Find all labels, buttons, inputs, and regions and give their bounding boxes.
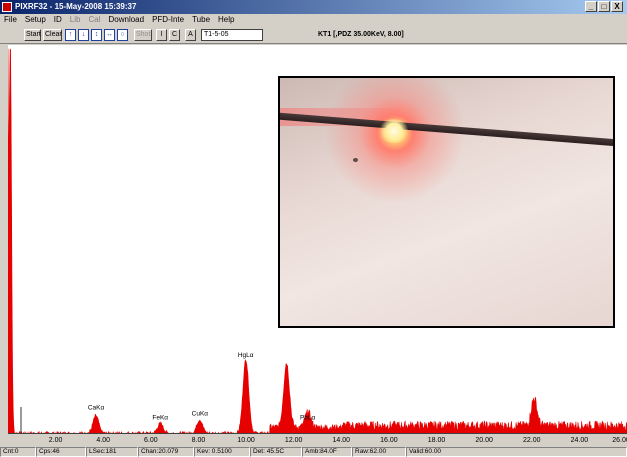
minimize-button[interactable]: _ — [585, 1, 597, 12]
x-tick-label: 14.00 — [332, 437, 351, 444]
sample-id-input[interactable]: T1-5-05 — [201, 29, 263, 41]
x-tick-label: 12.00 — [284, 437, 303, 444]
sample-camera-image — [278, 76, 615, 328]
status-channel: Chan:20.079 — [138, 447, 194, 457]
menu-tube[interactable]: Tube — [192, 14, 210, 26]
status-bar: Cnt:0 Cps:46 LSec:181 Chan:20.079 Kev: 0… — [0, 447, 627, 457]
status-cps: Cps:46 — [36, 447, 86, 457]
status-raw: Raw:62.00 — [352, 447, 406, 457]
mode-vertical-button[interactable]: ↕ — [91, 29, 102, 41]
menu-download[interactable]: Download — [109, 14, 145, 26]
x-tick-label: 20.00 — [475, 437, 493, 444]
window-title: PIXRF32 - 15-May-2008 15:39:37 — [15, 2, 137, 11]
menu-id[interactable]: ID — [54, 14, 62, 26]
menu-cal[interactable]: Cal — [88, 14, 100, 26]
x-tick-label: 16.00 — [380, 437, 398, 444]
status-kev: Kev: 0.5100 — [194, 447, 250, 457]
x-tick-label: 10.00 — [237, 437, 255, 444]
x-tick-label: 6.00 — [144, 437, 158, 444]
marker-c-button[interactable]: C — [169, 29, 180, 41]
menu-help[interactable]: Help — [218, 14, 234, 26]
title-bar[interactable]: PIXRF32 - 15-May-2008 15:39:37 _ □ X — [0, 0, 627, 14]
x-tick-label: 26.00 — [612, 437, 627, 444]
menu-setup[interactable]: Setup — [25, 14, 46, 26]
marker-i-button[interactable]: I — [156, 29, 167, 41]
status-detector-temp: Det: 45.5C — [250, 447, 302, 457]
close-button[interactable]: X — [611, 1, 623, 12]
x-tick-label: 4.00 — [96, 437, 111, 444]
x-tick-label: 22.00 — [523, 437, 541, 444]
menu-lib[interactable]: Lib — [70, 14, 81, 26]
mode-down-button[interactable]: ↓ — [78, 29, 89, 41]
menu-file[interactable]: File — [4, 14, 17, 26]
app-icon — [2, 2, 12, 12]
mode-circle-button[interactable]: ○ — [117, 29, 128, 41]
mode-up-button[interactable]: ↑ — [65, 29, 76, 41]
peak-label-0: CaKα — [88, 405, 105, 412]
clear-button[interactable]: Clear — [43, 29, 62, 41]
shot-button[interactable]: Shot — [134, 29, 152, 41]
peak-annotations: CaKα FeKα CuKα HgLα PbLα — [88, 352, 316, 421]
marker-a-button[interactable]: A — [185, 29, 196, 41]
x-tick-label: 24.00 — [570, 437, 589, 444]
wire-fiber — [280, 112, 613, 149]
status-valid: Valid:60.00 — [406, 447, 627, 457]
status-ambient-temp: Amb:84.0F — [302, 447, 352, 457]
window-controls: _ □ X — [585, 1, 623, 12]
x-tick-label: 2.00 — [48, 437, 63, 444]
status-count: Cnt:0 — [0, 447, 36, 457]
x-tick-label: 8.00 — [191, 437, 206, 444]
menu-bar: File Setup ID Lib Cal Download PFD-Inte … — [0, 14, 627, 26]
x-tick-label: 18.00 — [427, 437, 446, 444]
app-window: PIXRF32 - 15-May-2008 15:39:37 _ □ X Fil… — [0, 0, 627, 457]
toolbar: Start Clear ↑ ↓ ↕ ↔ ○ Shot I C A T1-5-05… — [0, 27, 627, 44]
laser-spot — [379, 119, 409, 143]
mode-horizontal-button[interactable]: ↔ — [104, 29, 115, 41]
maximize-button[interactable]: □ — [598, 1, 610, 12]
peak-label-2: CuKα — [192, 410, 209, 417]
peak-label-1: FeKα — [152, 414, 168, 421]
surface-speck — [353, 158, 358, 162]
peak-label-3: HgLα — [238, 352, 254, 359]
menu-pfd-inte[interactable]: PFD-Inte — [152, 14, 184, 26]
measurement-status: KT1 [,PDZ 35.00KeV, 8.00] — [318, 31, 404, 38]
start-button[interactable]: Start — [24, 29, 41, 41]
peak-label-4: PbLα — [300, 414, 316, 421]
status-lsec: LSec:181 — [86, 447, 138, 457]
x-axis: 2.00 4.00 6.00 8.00 10.00 12.00 14.00 16.00 18.0… — [8, 433, 627, 447]
